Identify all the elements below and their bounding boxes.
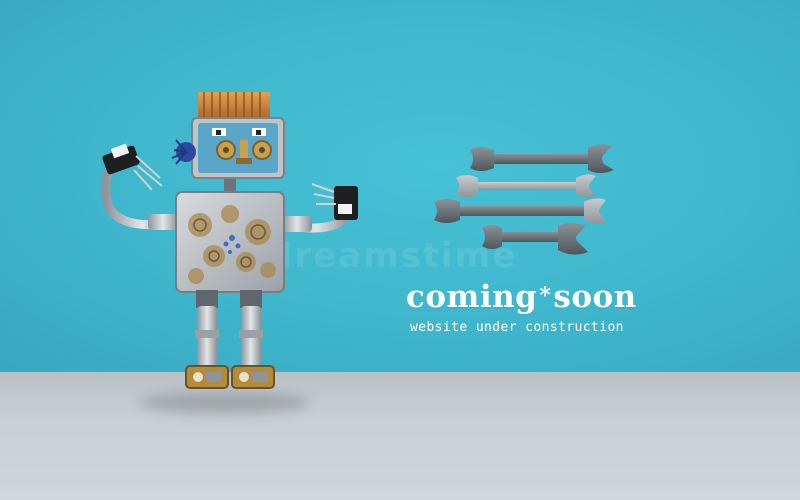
heading-star: *: [539, 283, 552, 309]
website-under-construction-text: website under construction: [410, 320, 624, 335]
wrench-3: [434, 198, 606, 224]
wrench-2: [456, 174, 596, 198]
heading-word-coming: coming: [406, 279, 538, 315]
heading-word-soon: soon: [553, 279, 637, 315]
wrench-4: [482, 223, 588, 255]
tools-group: [434, 144, 614, 255]
wrench-1: [470, 144, 614, 173]
coming-soon-heading: coming*soon: [406, 279, 676, 315]
